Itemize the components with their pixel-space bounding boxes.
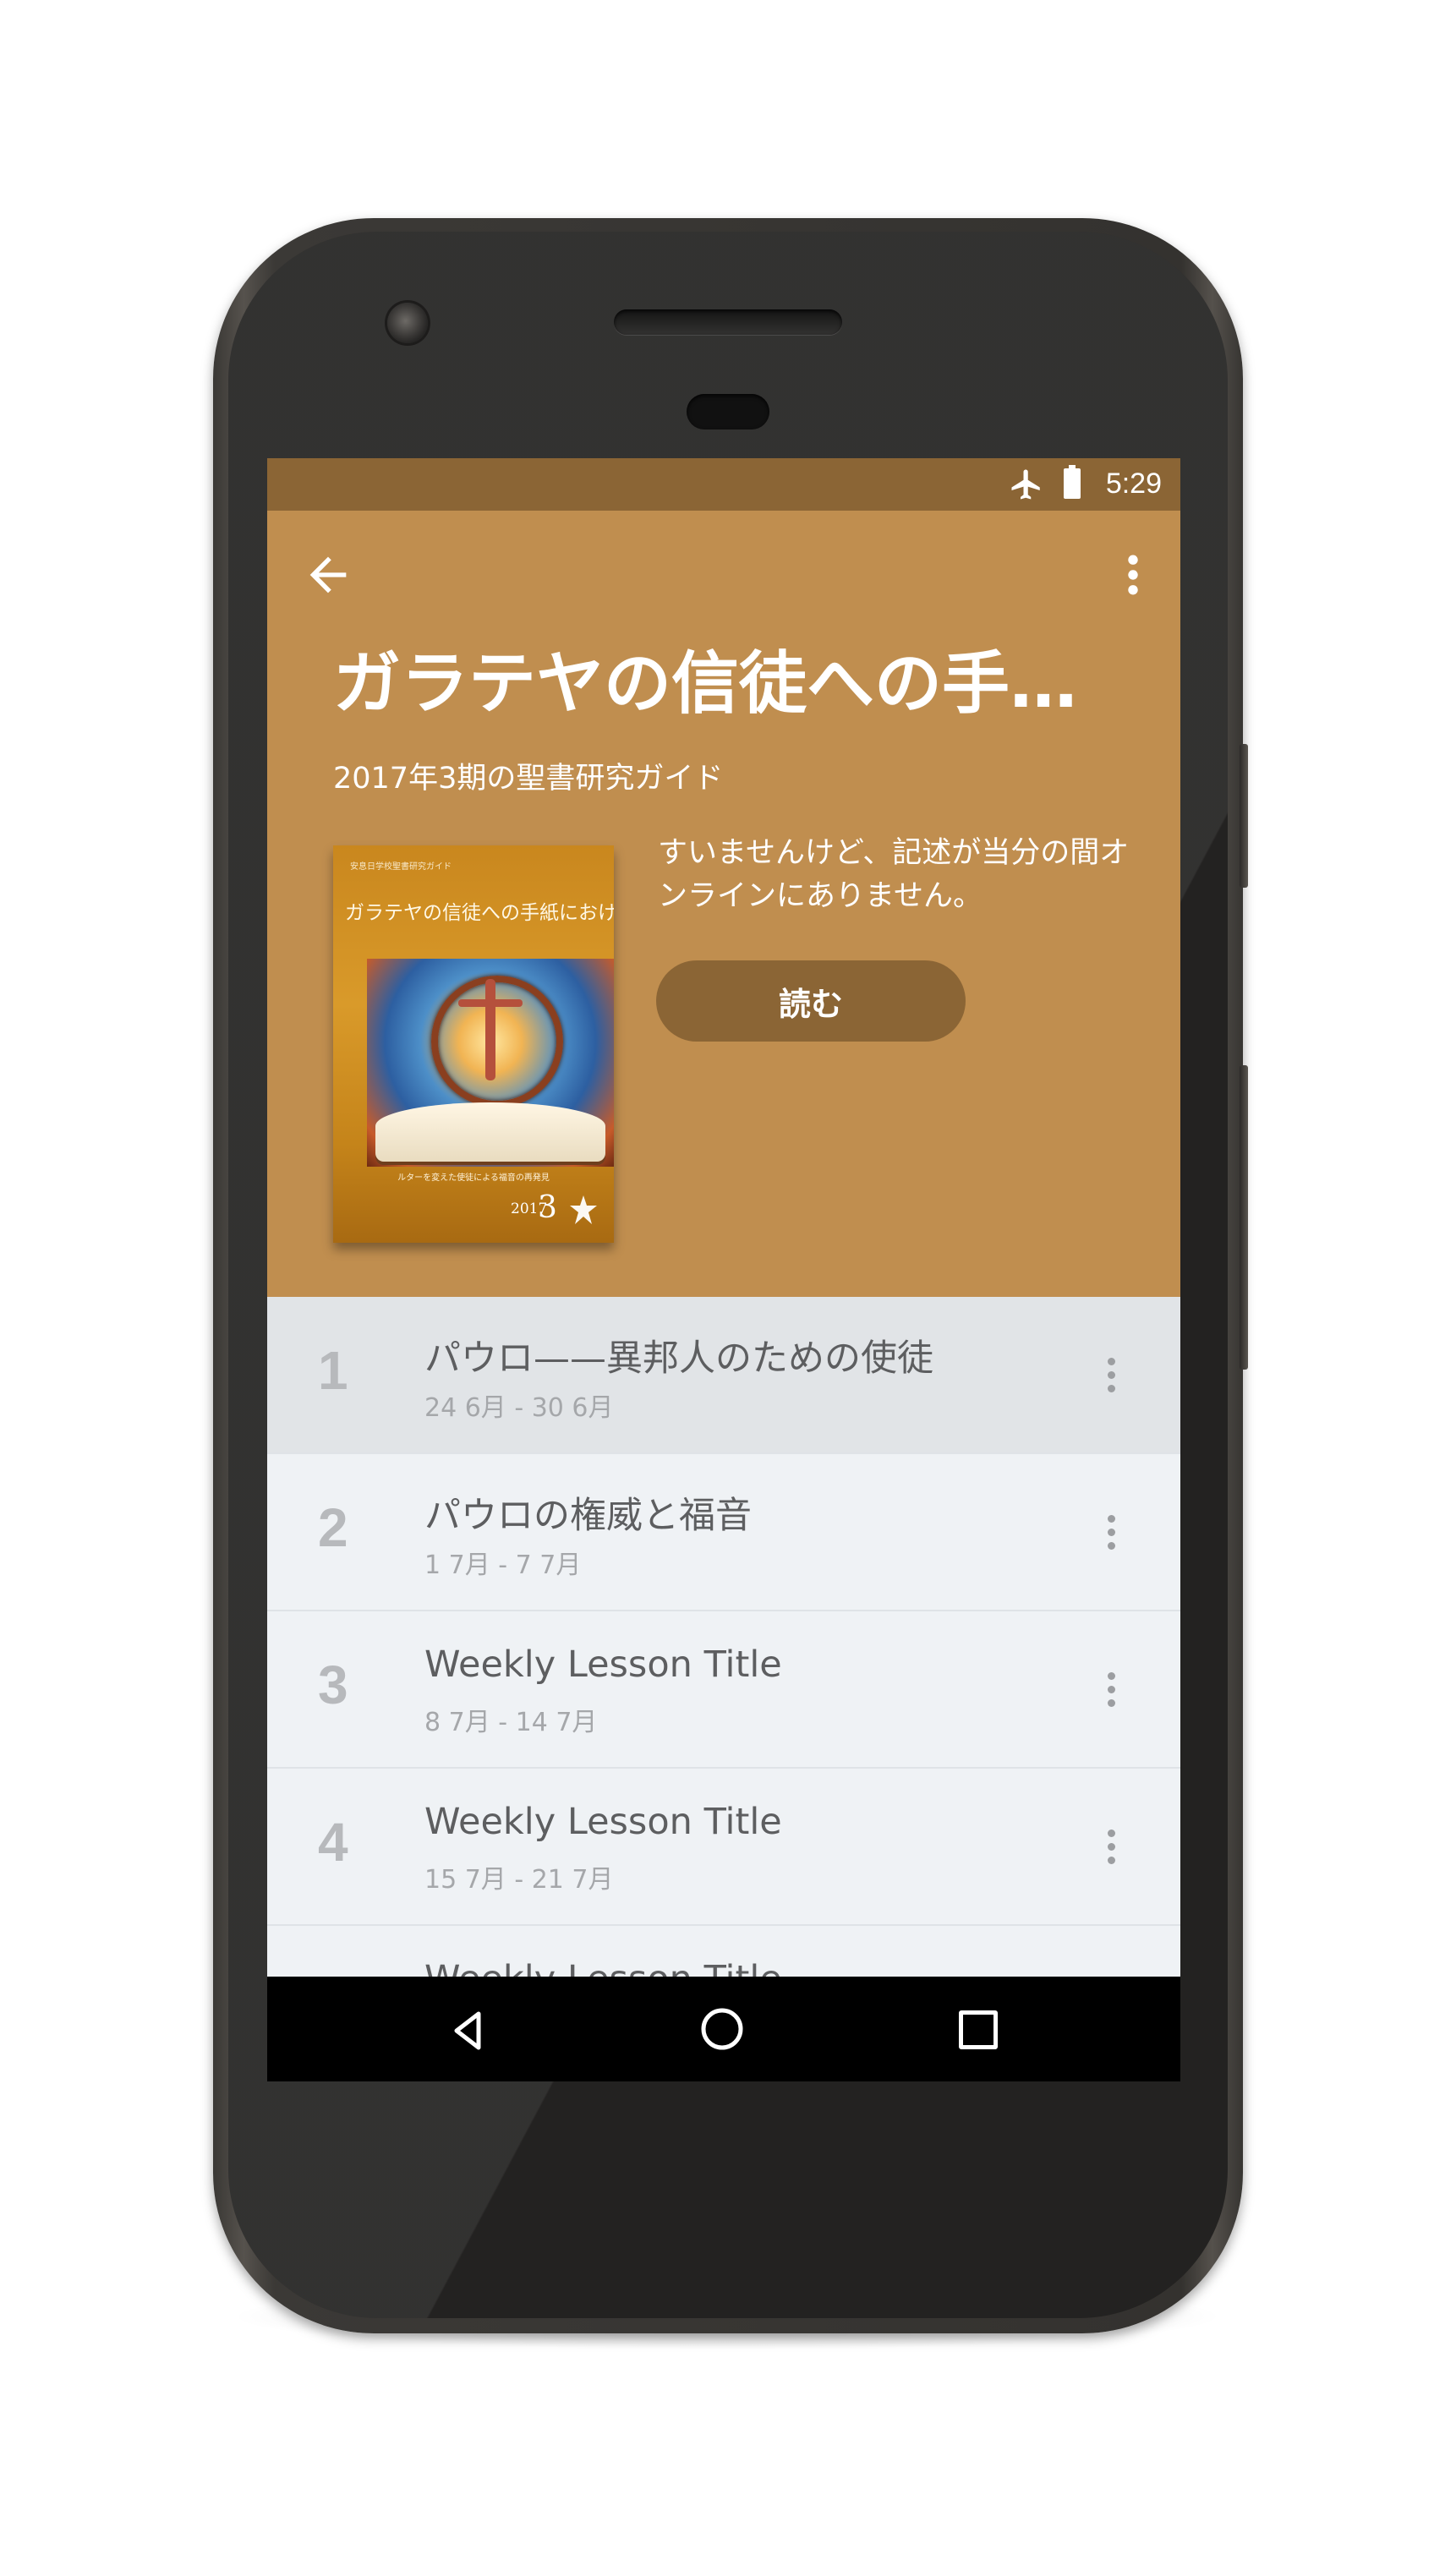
more-vert-icon[interactable] xyxy=(1101,1356,1121,1393)
open-bible xyxy=(375,1102,605,1162)
lesson-title: Weekly Lesson Title xyxy=(424,1801,782,1843)
quarterly-header: ガラテヤの信徒への手… 2017年3期の聖書研究ガイド 安息日学校聖書研究ガイド… xyxy=(267,511,1180,1297)
more-vert-icon[interactable] xyxy=(1118,548,1148,602)
lesson-dates: 24 6月 - 30 6月 xyxy=(424,1393,614,1423)
page-title: ガラテヤの信徒への手… xyxy=(333,644,1077,723)
cover-caption: ルターを変えた使徒による福音の再発見 xyxy=(397,1173,550,1183)
nav-recents-icon[interactable] xyxy=(959,2010,998,2049)
lesson-dates: 15 7月 - 21 7月 xyxy=(424,1865,614,1895)
offline-message: すいませんけど、記述が当分の間オンラインにありません。 xyxy=(658,836,1130,913)
lesson-number: 2 xyxy=(318,1497,348,1558)
church-logo-icon xyxy=(570,1195,597,1224)
status-bar: 5:29 xyxy=(267,458,1180,511)
proximity-sensor xyxy=(687,394,769,429)
lesson-row-2[interactable]: 2 パウロの権威と福音 1 7月 - 7 7月 xyxy=(267,1454,1180,1611)
screen: 5:29 ガラテヤの信徒への手… 2017年3期の聖書研究ガイド 安息日学校聖書… xyxy=(267,458,1180,2081)
lesson-dates: 8 7月 - 14 7月 xyxy=(424,1708,598,1737)
airplane-mode-icon xyxy=(1011,469,1040,500)
cover-artwork xyxy=(367,959,614,1167)
cover-title: ガラテヤの信徒への手紙における福音 xyxy=(345,902,614,924)
earpiece-speaker xyxy=(614,309,842,335)
crown-of-thorns xyxy=(431,976,563,1108)
lesson-list: 1 パウロ——異邦人のための使徒 24 6月 - 30 6月 2 パウロの権威と… xyxy=(267,1297,1180,2081)
more-vert-icon[interactable] xyxy=(1101,1671,1121,1708)
lesson-number: 1 xyxy=(318,1340,348,1401)
quarterly-cover-image[interactable]: 安息日学校聖書研究ガイド ガラテヤの信徒への手紙における福音 ルターを変えた使徒… xyxy=(333,845,614,1243)
lesson-row-1[interactable]: 1 パウロ——異邦人のための使徒 24 6月 - 30 6月 xyxy=(267,1297,1180,1454)
cross-figure xyxy=(485,979,495,1080)
status-time: 5:29 xyxy=(1105,468,1162,500)
system-nav-bar xyxy=(267,1977,1180,2081)
front-camera xyxy=(387,303,428,343)
volume-button xyxy=(1240,1065,1248,1370)
lesson-row-3[interactable]: 3 Weekly Lesson Title 8 7月 - 14 7月 xyxy=(267,1611,1180,1769)
lesson-title: パウロの権威と福音 xyxy=(424,1495,752,1537)
read-button[interactable]: 読む xyxy=(656,960,966,1042)
page-subtitle: 2017年3期の聖書研究ガイド xyxy=(333,762,724,796)
lesson-row-4[interactable]: 4 Weekly Lesson Title 15 7月 - 21 7月 xyxy=(267,1769,1180,1926)
cover-quarter: 3 xyxy=(538,1190,557,1225)
battery-icon xyxy=(1064,465,1081,499)
lesson-title: パウロ——異邦人のための使徒 xyxy=(424,1337,933,1380)
arrow-left-icon[interactable] xyxy=(301,548,355,602)
nav-home-icon[interactable] xyxy=(698,2005,746,2053)
lesson-dates: 1 7月 - 7 7月 xyxy=(424,1551,582,1580)
power-button xyxy=(1240,744,1248,888)
nav-back-icon[interactable] xyxy=(445,2007,492,2054)
lesson-number: 3 xyxy=(318,1654,348,1715)
lesson-number: 4 xyxy=(318,1812,348,1873)
more-vert-icon[interactable] xyxy=(1101,1513,1121,1551)
more-vert-icon[interactable] xyxy=(1101,1828,1121,1865)
cover-top-text: 安息日学校聖書研究ガイド xyxy=(350,862,452,872)
lesson-title: Weekly Lesson Title xyxy=(424,1643,782,1686)
